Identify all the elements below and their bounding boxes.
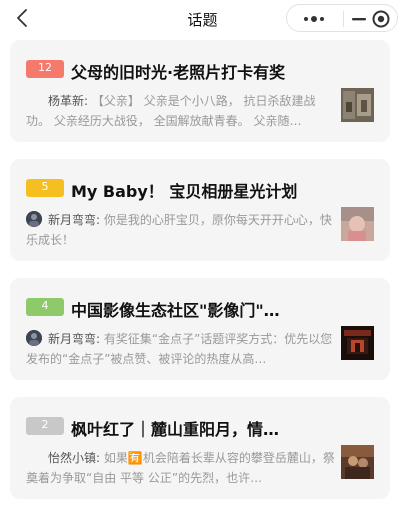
author-name: 怡然小镇: <box>48 451 101 465</box>
rank-number: 4 <box>41 299 49 312</box>
rank-number: 12 <box>38 61 52 74</box>
more-options-icon[interactable] <box>299 11 329 27</box>
topic-excerpt: 新月弯弯: 有奖征集“金点子”话题评奖方式：优先以您发布的“金点子”被点赞、被评… <box>26 329 338 369</box>
rank-badge: 2 <box>26 417 64 435</box>
topic-card[interactable]: 5 My Baby！ 宝贝相册星光计划 新月弯弯: 你是我的心肝宝贝，原你每天开… <box>10 159 390 261</box>
author-avatar <box>26 330 42 346</box>
topic-thumbnail <box>341 88 374 122</box>
navigation-bar: 话题 <box>0 0 405 36</box>
rank-badge: 12 <box>26 60 64 78</box>
topic-card[interactable]: 2 枫叶红了｜麓山重阳月，情… 怡然小镇: 如果🈶机会陪着长辈从容的攀登岳麓山，… <box>10 397 390 499</box>
topic-thumbnail <box>341 326 374 360</box>
author-avatar <box>26 211 42 227</box>
author-name: 新月弯弯: <box>48 213 101 227</box>
topic-excerpt: 新月弯弯: 你是我的心肝宝贝，原你每天开开心心，快乐成长！ <box>26 210 338 250</box>
topic-excerpt: 杨革新: 【父亲】 父亲是个小八路， 抗日杀敌建战功。 父亲经历大战役， 全国解… <box>26 91 338 131</box>
capsule-divider <box>343 11 344 27</box>
topic-excerpt: 怡然小镇: 如果🈶机会陪着长辈从容的攀登岳麓山，祭奠着为争取“自由 平等 公正”… <box>26 448 338 488</box>
topic-title: My Baby！ 宝贝相册星光计划 <box>71 182 298 201</box>
close-mini-program-icon[interactable] <box>371 9 391 29</box>
rank-badge: 4 <box>26 298 64 316</box>
topic-card[interactable]: 4 中国影像生态社区"影像门"… 新月弯弯: 有奖征集“金点子”话题评奖方式：优… <box>10 278 390 380</box>
topic-card[interactable]: 12 父母的旧时光·老照片打卡有奖 杨革新: 【父亲】 父亲是个小八路， 抗日杀… <box>10 40 390 142</box>
topic-thumbnail <box>341 207 374 241</box>
topic-title: 父母的旧时光·老照片打卡有奖 <box>71 63 286 82</box>
topic-title: 枫叶红了｜麓山重阳月，情… <box>71 420 280 439</box>
author-name: 杨革新: <box>48 94 89 108</box>
author-name: 新月弯弯: <box>48 332 101 346</box>
rank-badge: 5 <box>26 179 64 197</box>
topic-thumbnail <box>341 445 374 479</box>
mini-program-capsule <box>286 4 398 32</box>
topic-title: 中国影像生态社区"影像门"… <box>71 301 280 320</box>
minimize-icon[interactable] <box>351 11 367 27</box>
rank-number: 5 <box>41 180 49 193</box>
rank-number: 2 <box>41 418 49 431</box>
